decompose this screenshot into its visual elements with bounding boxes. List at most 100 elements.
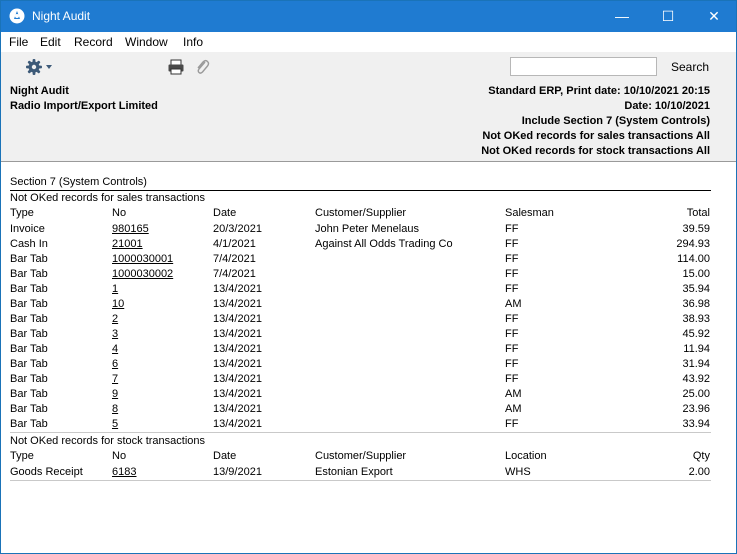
maximize-button[interactable]: ☐ <box>645 1 691 32</box>
table-row: Bar Tab 6 13/4/2021 FF 31.94 <box>10 357 711 372</box>
cell-no[interactable]: 2 <box>112 313 118 325</box>
cell-date: 7/4/2021 <box>213 253 256 265</box>
report-header: Night Audit Radio Import/Export Limited … <box>1 83 736 162</box>
cell-total: 43.92 <box>682 373 710 385</box>
cell-salesman: FF <box>505 328 519 340</box>
sales-subsection-title: Not OKed records for sales transactions <box>10 191 711 206</box>
cell-salesman: AM <box>505 388 522 400</box>
cell-no[interactable]: 7 <box>112 373 118 385</box>
company-name: Radio Import/Export Limited <box>10 100 158 112</box>
cell-date: 13/4/2021 <box>213 283 262 295</box>
cell-salesman: FF <box>505 313 519 325</box>
gear-icon <box>26 59 42 75</box>
gear-dropdown-button[interactable] <box>25 58 55 76</box>
cell-date: 7/4/2021 <box>213 268 256 280</box>
cell-total: 33.94 <box>682 418 710 430</box>
menu-edit[interactable]: Edit <box>40 35 61 49</box>
cell-date: 13/4/2021 <box>213 358 262 370</box>
app-logo-icon <box>9 8 25 24</box>
cell-no[interactable]: 1000030002 <box>112 268 173 280</box>
cell-type: Cash In <box>10 238 48 250</box>
cell-total: 23.96 <box>682 403 710 415</box>
cell-no[interactable]: 8 <box>112 403 118 415</box>
table-row: Goods Receipt 6183 13/9/2021 Estonian Expor… <box>10 465 711 480</box>
cell-salesman: FF <box>505 418 519 430</box>
cell-total: 31.94 <box>682 358 710 370</box>
cell-type: Bar Tab <box>10 343 48 355</box>
cell-date: 4/1/2021 <box>213 238 256 250</box>
cell-no[interactable]: 1000030001 <box>112 253 173 265</box>
table-row: Bar Tab 1000030001 7/4/2021 FF 114.00 <box>10 252 711 267</box>
cell-type: Bar Tab <box>10 373 48 385</box>
cell-date: 13/4/2021 <box>213 328 262 340</box>
cell-no[interactable]: 5 <box>112 418 118 430</box>
cell-total: 25.00 <box>682 388 710 400</box>
cell-total: 11.94 <box>683 343 710 355</box>
table-row: Bar Tab 4 13/4/2021 FF 11.94 <box>10 342 711 357</box>
col-date: Date <box>213 207 237 219</box>
close-button[interactable]: ✕ <box>691 1 736 32</box>
cell-no[interactable]: 21001 <box>112 238 143 250</box>
col-date: Date <box>213 450 237 462</box>
cell-date: 13/4/2021 <box>213 403 262 415</box>
table-row: Bar Tab 5 13/4/2021 FF 33.94 <box>10 417 711 432</box>
menu-info[interactable]: Info <box>183 35 203 49</box>
cell-type: Invoice <box>10 223 45 235</box>
cell-salesman: FF <box>505 253 519 265</box>
cell-no[interactable]: 6183 <box>112 466 136 478</box>
print-icon[interactable] <box>167 58 185 76</box>
cell-no[interactable]: 4 <box>112 343 118 355</box>
cell-salesman: AM <box>505 403 522 415</box>
menu-record[interactable]: Record <box>74 35 113 49</box>
stock-subsection-title: Not OKed records for stock transactions <box>10 434 711 449</box>
cell-no[interactable]: 980165 <box>112 223 149 235</box>
table-end-divider <box>10 480 711 481</box>
attachment-icon[interactable] <box>194 58 210 76</box>
menu-bar: File Edit Record Window Info <box>1 32 736 52</box>
cell-no[interactable]: 10 <box>112 298 124 310</box>
stock-column-headers: Type No Date Customer/Supplier Location … <box>10 449 711 464</box>
menu-window[interactable]: Window <box>125 35 168 49</box>
cell-customer: John Peter Menelaus <box>315 223 419 235</box>
cell-no[interactable]: 6 <box>112 358 118 370</box>
table-row: Bar Tab 7 13/4/2021 FF 43.92 <box>10 372 711 387</box>
night-audit-window: Night Audit — ☐ ✕ File Edit Record Windo… <box>0 0 737 554</box>
section-title-text: Section 7 (System Controls) <box>10 176 147 188</box>
search-button[interactable]: Search <box>671 60 709 74</box>
cell-date: 20/3/2021 <box>213 223 262 235</box>
table-row: Invoice 980165 20/3/2021 John Peter Menelau… <box>10 222 711 237</box>
sales-column-headers: Type No Date Customer/Supplier Salesman … <box>10 206 711 221</box>
col-customer: Customer/Supplier <box>315 207 407 219</box>
table-row: Bar Tab 3 13/4/2021 FF 45.92 <box>10 327 711 342</box>
cell-type: Goods Receipt <box>10 466 83 478</box>
cell-total: 36.98 <box>682 298 710 310</box>
cell-date: 13/4/2021 <box>213 343 262 355</box>
report-body: Section 7 (System Controls) Not OKed rec… <box>1 164 736 553</box>
col-customer: Customer/Supplier <box>315 450 407 462</box>
cell-no[interactable]: 3 <box>112 328 118 340</box>
col-no: No <box>112 450 127 462</box>
cell-type: Bar Tab <box>10 388 48 400</box>
col-type: Type <box>10 207 34 219</box>
section-title: Section 7 (System Controls) <box>10 175 711 190</box>
cell-date: 13/4/2021 <box>213 298 262 310</box>
minimize-button[interactable]: — <box>599 1 645 32</box>
cell-location: WHS <box>505 466 531 478</box>
table-row: Cash In 21001 4/1/2021 Against All Odds Tra… <box>10 237 711 252</box>
table-end-divider <box>10 432 711 433</box>
stock-filter: Not OKed records for stock transactions … <box>481 145 710 157</box>
col-total: Total <box>686 207 710 219</box>
cell-total: 15.00 <box>682 268 710 280</box>
toolbar: Search <box>1 52 736 84</box>
search-input[interactable] <box>510 57 657 76</box>
col-salesman: Salesman <box>505 207 554 219</box>
cell-no[interactable]: 9 <box>112 388 118 400</box>
table-row: Bar Tab 8 13/4/2021 AM 23.96 <box>10 402 711 417</box>
cell-salesman: AM <box>505 298 522 310</box>
table-row: Bar Tab 1000030002 7/4/2021 FF 15.00 <box>10 267 711 282</box>
cell-salesman: FF <box>505 358 519 370</box>
menu-file[interactable]: File <box>9 35 28 49</box>
cell-customer: Estonian Export <box>315 466 393 478</box>
cell-type: Bar Tab <box>10 268 48 280</box>
cell-no[interactable]: 1 <box>112 283 118 295</box>
